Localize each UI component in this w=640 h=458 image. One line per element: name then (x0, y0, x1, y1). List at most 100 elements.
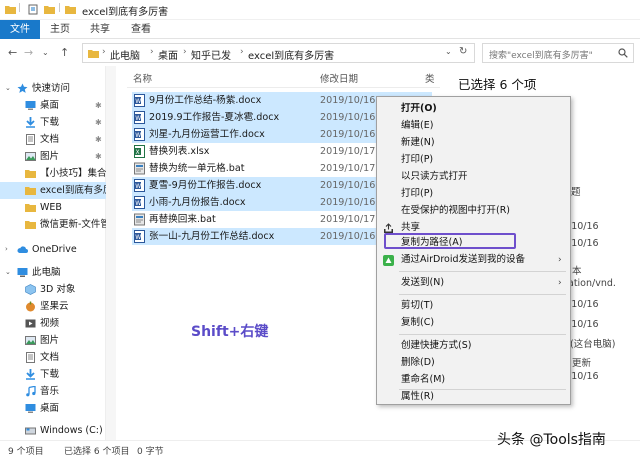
detail-fragment: /10/16 (568, 371, 599, 382)
nav-this-pc[interactable]: ⌄ 此电脑 (0, 264, 106, 281)
nav-3d-objects[interactable]: 3D 对象 (0, 281, 106, 298)
breadcrumb-desktop[interactable]: 桌面 (158, 47, 178, 62)
file-name: 再替换回来.bat (149, 214, 216, 225)
navigation-pane: ⌄ 快速访问 桌面 ✱ 下载 ✱ 文档 ✱ 图片 ✱ 【小技巧】集合 excel… (0, 66, 106, 440)
svg-text:W: W (135, 183, 141, 190)
file-date: 2019/10/17 0 (320, 214, 385, 225)
menu-open-protected[interactable]: 在受保护的视图中打开(R) (377, 203, 570, 219)
nav-documents[interactable]: 文档 ✱ (0, 131, 106, 148)
menu-open[interactable]: 打开(O) (377, 101, 570, 117)
status-item-count: 9 个项目 (8, 447, 44, 457)
document-icon (26, 134, 35, 145)
nav-downloads[interactable]: 下载 ✱ (0, 114, 106, 131)
pin-icon[interactable]: ✱ (95, 131, 102, 148)
search-icon (618, 48, 628, 58)
menu-create-shortcut[interactable]: 创建快捷方式(S) (377, 338, 570, 354)
file-name: 9月份工作总结-杨紫.docx (149, 95, 262, 106)
nav-folder-tips[interactable]: 【小技巧】集合 (0, 165, 106, 182)
menu-delete[interactable]: 删除(D) (377, 355, 570, 371)
chevron-down-icon: ⌄ (5, 268, 11, 276)
menu-edit[interactable]: 编辑(E) (377, 118, 570, 134)
watermark: 头条 @Tools指南 (497, 432, 606, 448)
picture-icon (25, 152, 36, 161)
word-doc-icon: W (134, 196, 145, 209)
forward-arrow-icon[interactable]: → (24, 45, 33, 61)
nav-pc-downloads[interactable]: 下载 (0, 366, 106, 383)
nav-drive-c[interactable]: Windows (C:) (0, 422, 106, 439)
nav-nutstore[interactable]: 坚果云 (0, 298, 106, 315)
pin-icon[interactable]: ✱ (95, 148, 102, 165)
nav-desktop[interactable]: 桌面 ✱ (0, 97, 106, 114)
breadcrumb-separator: › (150, 47, 154, 57)
nav-onedrive[interactable]: › OneDrive (0, 241, 106, 258)
menu-print-2[interactable]: 打印(P) (377, 186, 570, 202)
word-doc-icon: W (134, 111, 145, 124)
svg-text:W: W (135, 234, 141, 241)
column-date[interactable]: 修改日期 (320, 71, 358, 85)
nav-videos[interactable]: 视频 (0, 315, 106, 332)
chevron-down-icon[interactable]: ⌄ (445, 47, 452, 56)
column-type[interactable]: 类 (425, 71, 435, 85)
file-name: 张一山-九月份工作总结.docx (149, 231, 275, 242)
menu-new[interactable]: 新建(N) (377, 135, 570, 151)
nav-pictures[interactable]: 图片 ✱ (0, 148, 106, 165)
window-title: excel到底有多厉害 (82, 7, 169, 18)
nav-pc-documents[interactable]: 文档 (0, 349, 106, 366)
nut-cloud-icon (26, 301, 35, 312)
annotation-label: Shift+右键 (191, 324, 269, 340)
tab-share[interactable]: 共享 (90, 20, 110, 39)
tab-view[interactable]: 查看 (131, 20, 151, 39)
refresh-icon[interactable]: ↻ (459, 46, 467, 57)
breadcrumb-this-pc[interactable]: 此电脑 (110, 47, 140, 62)
menu-copy[interactable]: 复制(C) (377, 315, 570, 331)
breadcrumb-separator: › (240, 47, 244, 57)
search-input[interactable]: 搜索"excel到底有多厉害" (482, 43, 634, 63)
file-name: 替换为统一单元格.bat (149, 163, 245, 174)
nav-folder-wechat[interactable]: 微信更新-文件管 (0, 216, 106, 233)
breadcrumb-current[interactable]: excel到底有多厉害 (248, 47, 334, 62)
menu-airdroid[interactable]: 通过AirDroid发送到我的设备 › (377, 252, 570, 268)
detail-fragment: ation/vnd. (568, 278, 616, 289)
nav-scrollbar[interactable] (106, 66, 116, 440)
document-icon (26, 352, 35, 363)
batch-file-icon (134, 162, 145, 175)
file-date: 2019/10/16 1 (320, 129, 385, 140)
breadcrumb-zhihu[interactable]: 知乎已发 (191, 47, 231, 62)
detail-fragment: /10/16 (568, 319, 599, 330)
detail-fragment: /10/16 (568, 221, 599, 232)
pin-icon[interactable]: ✱ (95, 97, 102, 114)
breadcrumb-separator: › (183, 47, 187, 57)
menu-rename[interactable]: 重命名(M) (377, 372, 570, 388)
submenu-arrow-icon: › (558, 278, 562, 288)
detail-fragment: 本 (572, 266, 582, 277)
menu-send-to[interactable]: 发送到(N) › (377, 275, 570, 291)
menu-open-readonly[interactable]: 以只读方式打开 (377, 169, 570, 185)
nav-folder-excel[interactable]: excel到底有多厉 (0, 182, 106, 199)
word-doc-icon: W (134, 94, 145, 107)
tab-home[interactable]: 主页 (50, 20, 70, 39)
chevron-down-icon[interactable]: ⌄ (42, 45, 49, 61)
tab-file[interactable]: 文件 (0, 20, 40, 39)
address-bar[interactable]: › 此电脑 › 桌面 › 知乎已发 › excel到底有多厉害 ⌄ ↻ (82, 43, 475, 63)
pin-icon[interactable]: ✱ (95, 114, 102, 131)
ribbon-tabs: 文件 主页 共享 查看 (0, 20, 640, 39)
menu-print[interactable]: 打印(P) (377, 152, 570, 168)
nav-pc-desktop[interactable]: 桌面 (0, 400, 106, 417)
nav-folder-web[interactable]: WEB (0, 199, 106, 216)
new-folder-icon[interactable] (44, 4, 55, 15)
menu-cut[interactable]: 剪切(T) (377, 298, 570, 314)
back-arrow-icon[interactable]: ← (8, 45, 17, 61)
download-icon (26, 117, 35, 128)
file-name: 小雨-九月份报告.docx (149, 197, 246, 208)
nav-quick-access[interactable]: ⌄ 快速访问 (0, 80, 106, 97)
svg-text:X: X (136, 149, 140, 156)
properties-icon[interactable] (28, 4, 39, 15)
word-doc-icon: W (134, 179, 145, 192)
nav-music[interactable]: 音乐 (0, 383, 106, 400)
column-name[interactable]: 名称 (133, 71, 152, 85)
nav-pc-pictures[interactable]: 图片 (0, 332, 106, 349)
file-date: 2019/10/16 1 (320, 180, 385, 191)
breadcrumb-separator: › (102, 47, 106, 57)
menu-properties[interactable]: 属性(R) (377, 389, 570, 405)
up-arrow-icon[interactable]: ↑ (60, 45, 69, 61)
